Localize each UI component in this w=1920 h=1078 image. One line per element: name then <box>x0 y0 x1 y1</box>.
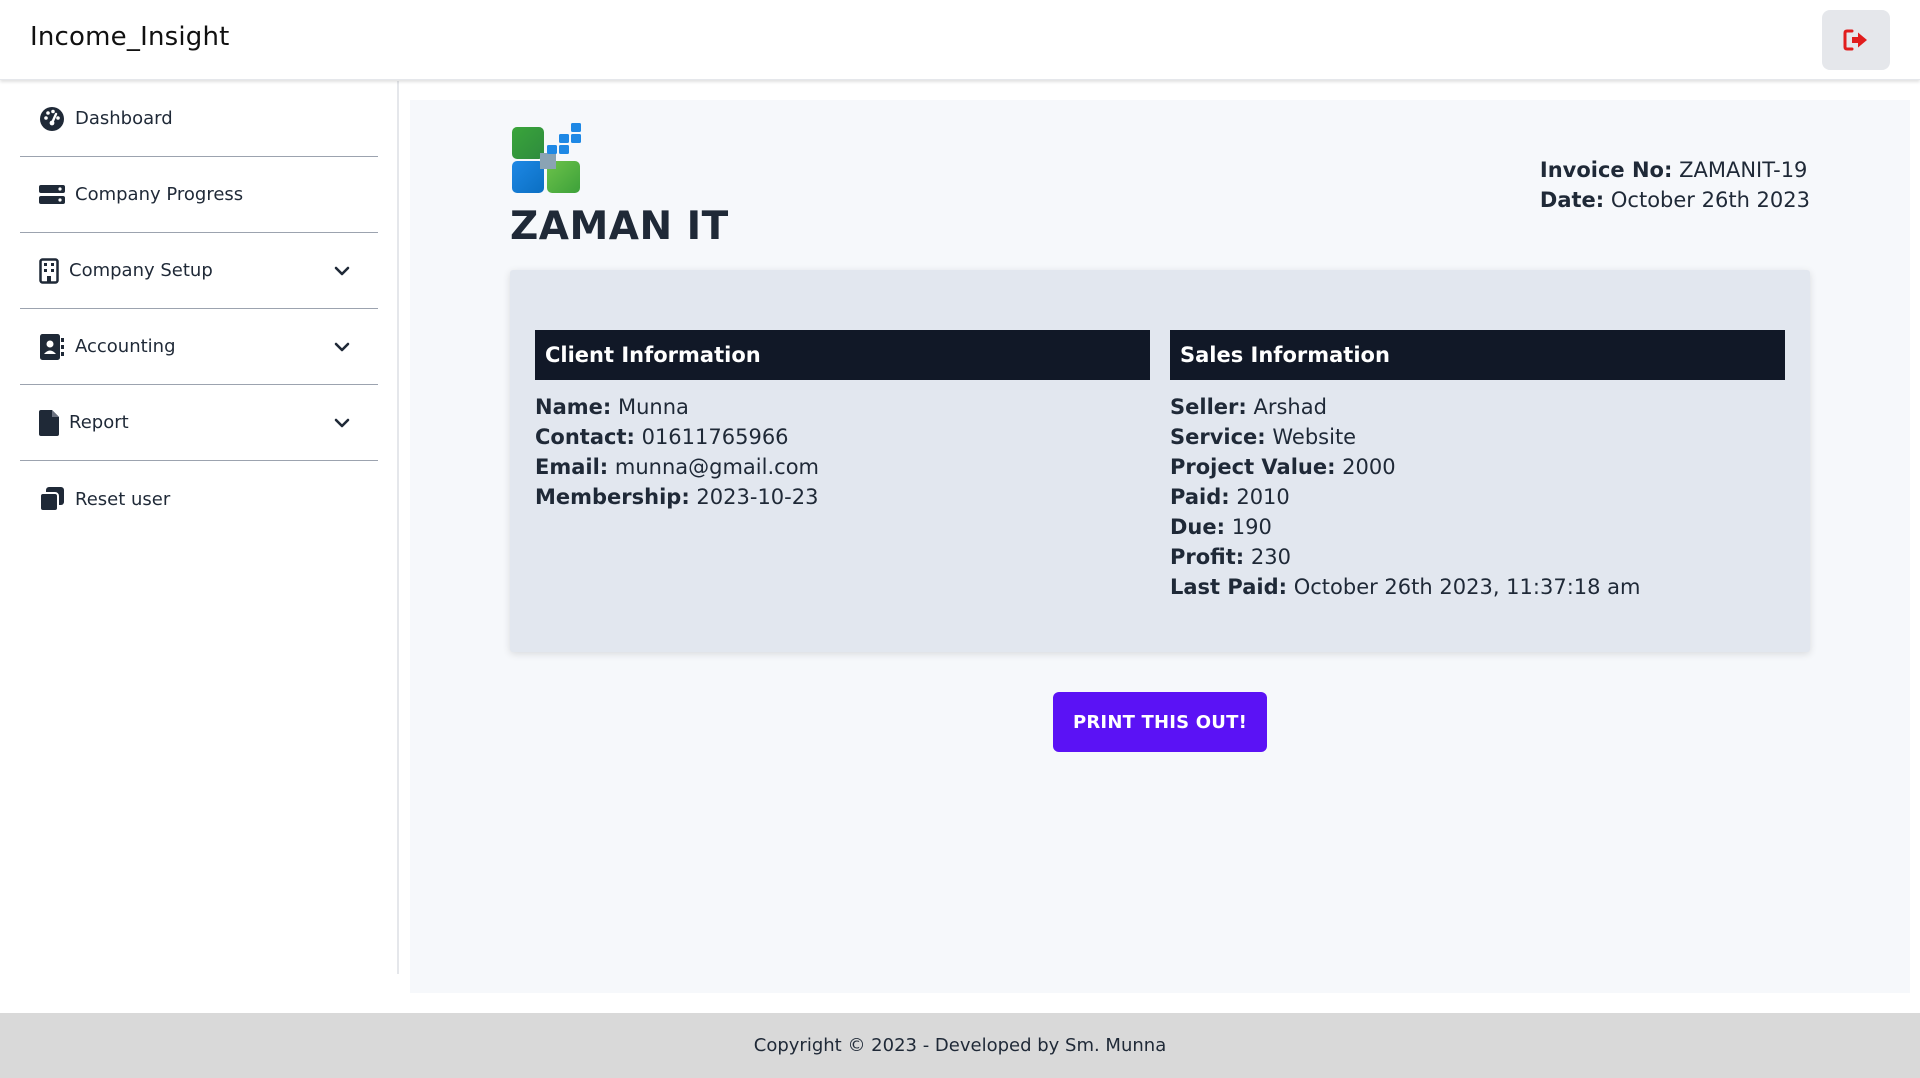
client-contact-row: Contact: 01611765966 <box>535 422 1150 452</box>
field-value: 01611765966 <box>641 425 789 449</box>
invoice-page: ZAMAN IT Invoice No: ZAMANIT-19 Date: Oc… <box>410 100 1910 993</box>
gauge-icon <box>38 105 66 133</box>
sidebar-item-accounting[interactable]: Accounting <box>20 309 378 385</box>
invoice-date-label: Date: <box>1539 188 1605 212</box>
field-label: Due: <box>1170 515 1226 539</box>
logout-button[interactable] <box>1822 10 1890 70</box>
field-value: October 26th 2023, 11:37:18 am <box>1293 575 1641 599</box>
client-information-heading: Client Information <box>535 330 1150 380</box>
sales-paid-row: Paid: 2010 <box>1170 482 1785 512</box>
sales-seller-row: Seller: Arshad <box>1170 392 1785 422</box>
copy-icon <box>38 485 66 513</box>
sidebar-item-label: Accounting <box>75 336 176 357</box>
sign-out-icon <box>1843 29 1867 51</box>
client-name-row: Name: Munna <box>535 392 1150 422</box>
field-label: Membership: <box>535 485 690 509</box>
field-label: Seller: <box>1170 395 1247 419</box>
company-name: ZAMAN IT <box>510 204 729 249</box>
copyright-text: Copyright © 2023 - Developed by Sm. Munn… <box>753 1035 1167 1056</box>
sidebar-item-reset-user[interactable]: Reset user <box>20 461 378 537</box>
field-value: munna@gmail.com <box>614 455 819 479</box>
field-value: Munna <box>617 395 689 419</box>
field-label: Email: <box>535 455 609 479</box>
chevron-down-icon[interactable] <box>332 413 352 433</box>
client-information-section: Client Information Name: Munna Contact: … <box>535 330 1150 512</box>
sales-last-paid-row: Last Paid: October 26th 2023, 11:37:18 a… <box>1170 572 1785 602</box>
file-icon <box>38 409 60 437</box>
client-email-row: Email: munna@gmail.com <box>535 452 1150 482</box>
server-icon <box>38 181 66 209</box>
sidebar-item-report[interactable]: Report <box>20 385 378 461</box>
invoice-number-label: Invoice No: <box>1539 158 1673 182</box>
sidebar: Dashboard Company Progress Company Setup <box>0 81 399 974</box>
field-label: Name: <box>535 395 612 419</box>
sales-due-row: Due: 190 <box>1170 512 1785 542</box>
field-value: Website <box>1272 425 1357 449</box>
company-logo <box>512 123 581 193</box>
field-label: Project Value: <box>1170 455 1336 479</box>
sales-information-heading: Sales Information <box>1170 330 1785 380</box>
chevron-down-icon[interactable] <box>332 261 352 281</box>
field-label: Service: <box>1170 425 1266 449</box>
field-value: 2000 <box>1342 455 1396 479</box>
sidebar-item-label: Reset user <box>75 488 171 510</box>
sidebar-item-label: Report <box>69 412 129 433</box>
address-book-icon <box>38 333 66 361</box>
invoice-number-value: ZAMANIT-19 <box>1679 158 1808 182</box>
app-title[interactable]: Income_Insight <box>30 22 230 52</box>
field-value: Arshad <box>1253 395 1327 419</box>
sales-service-row: Service: Website <box>1170 422 1785 452</box>
field-value: 190 <box>1231 515 1272 539</box>
invoice-number: Invoice No: ZAMANIT-19 <box>1540 155 1810 185</box>
sidebar-item-label: Dashboard <box>75 108 173 129</box>
field-value: 2010 <box>1236 485 1290 509</box>
sidebar-item-label: Company Progress <box>75 184 244 205</box>
sales-profit-row: Profit: 230 <box>1170 542 1785 572</box>
field-label: Profit: <box>1170 545 1245 569</box>
sidebar-item-label: Company Setup <box>69 260 213 281</box>
sidebar-item-company-setup[interactable]: Company Setup <box>20 233 378 309</box>
sales-information-section: Sales Information Seller: Arshad Service… <box>1170 330 1785 602</box>
top-navbar: Income_Insight <box>0 0 1920 80</box>
client-membership-row: Membership: 2023-10-23 <box>535 482 1150 512</box>
sidebar-item-dashboard[interactable]: Dashboard <box>20 81 378 157</box>
field-label: Contact: <box>535 425 635 449</box>
field-value: 2023-10-23 <box>696 485 819 509</box>
sidebar-item-company-progress[interactable]: Company Progress <box>20 157 378 233</box>
print-button[interactable]: PRINT THIS OUT! <box>1053 692 1267 752</box>
invoice-date: Date: October 26th 2023 <box>1540 185 1810 215</box>
field-label: Paid: <box>1170 485 1230 509</box>
building-icon <box>38 257 60 285</box>
chevron-down-icon[interactable] <box>332 337 352 357</box>
invoice-card: Client Information Name: Munna Contact: … <box>510 270 1810 652</box>
invoice-meta: Invoice No: ZAMANIT-19 Date: October 26t… <box>1540 155 1810 215</box>
field-label: Last Paid: <box>1170 575 1288 599</box>
invoice-date-value: October 26th 2023 <box>1610 188 1810 212</box>
sales-project-value-row: Project Value: 2000 <box>1170 452 1785 482</box>
field-value: 230 <box>1250 545 1291 569</box>
footer: Copyright © 2023 - Developed by Sm. Munn… <box>0 1013 1920 1078</box>
